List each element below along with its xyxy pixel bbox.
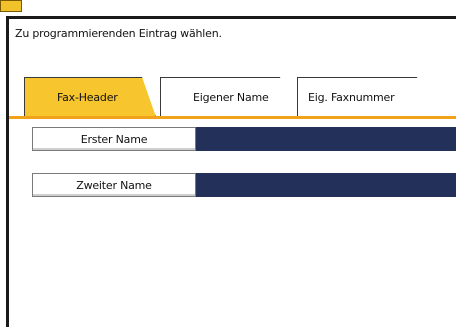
- tab-label: Eig. Faxnummer: [308, 91, 395, 104]
- top-status-bar: [0, 0, 456, 16]
- zweiter-name-value: [196, 173, 456, 197]
- tab-label: Eigener Name: [193, 91, 269, 104]
- tab-bar: Fax-Header Eigener Name Eig. Faxnummer: [9, 77, 456, 117]
- tab-eigene-faxnummer[interactable]: Eig. Faxnummer: [297, 77, 431, 117]
- lcd-screen: Zu programmierenden Eintrag wählen. Fax-…: [6, 16, 456, 327]
- field-row-zweiter-name: Zweiter Name: [32, 173, 456, 197]
- erster-name-value: [196, 127, 456, 151]
- tab-fax-header[interactable]: Fax-Header: [24, 77, 156, 117]
- tab-underline: [9, 116, 456, 119]
- field-row-erster-name: Erster Name: [32, 127, 456, 151]
- tab-label: Fax-Header: [57, 91, 118, 104]
- erster-name-button[interactable]: Erster Name: [32, 127, 196, 151]
- status-icon: [0, 0, 22, 12]
- tab-eigener-name[interactable]: Eigener Name: [160, 77, 292, 117]
- zweiter-name-button[interactable]: Zweiter Name: [32, 173, 196, 197]
- instruction-text: Zu programmierenden Eintrag wählen.: [15, 27, 222, 40]
